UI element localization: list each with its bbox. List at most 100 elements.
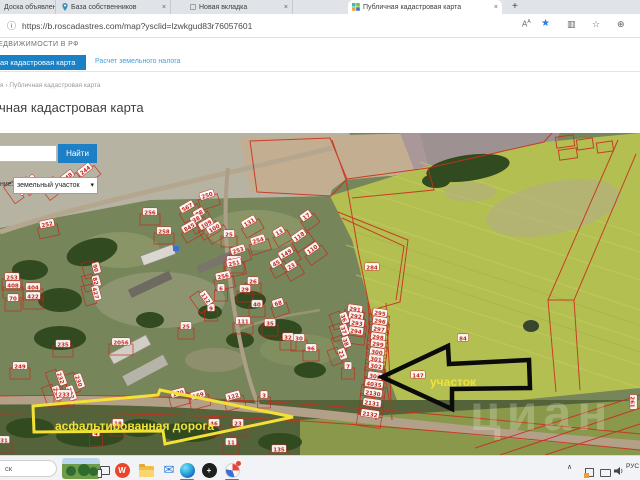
svg-text:26: 26 (249, 279, 257, 285)
breadcrumb-separator: › (5, 82, 8, 89)
tab-kadastr-map-active[interactable]: Публичная кадастровая карта × (348, 0, 502, 14)
parcel-label[interactable]: 70 (7, 293, 19, 303)
volume-icon[interactable] (611, 463, 627, 479)
parcel-label[interactable]: 11 (225, 437, 237, 447)
site-info-icon[interactable]: ⓘ (7, 19, 16, 32)
tab-new-tab[interactable]: Новая вкладка × (186, 0, 293, 14)
parcel-label[interactable]: 258 (156, 226, 172, 236)
tray-chevron-icon[interactable]: ∧ (567, 463, 572, 471)
site-tab-cadastral-map[interactable]: ая кадастровая карта (0, 55, 86, 70)
tab-doska-obyavleniy[interactable]: Доска объявлений × (0, 0, 56, 14)
pond (523, 320, 539, 332)
parcel-label[interactable]: 96 (305, 343, 317, 353)
map-search-input[interactable] (0, 145, 57, 162)
filter-label: ние: (0, 181, 14, 188)
parcel-label[interactable]: 261 (629, 394, 638, 410)
tab-title: Новая вкладка (199, 3, 248, 11)
parcel-label[interactable]: 29 (239, 284, 251, 294)
favorites-hub-icon[interactable]: ☆ (592, 19, 600, 30)
file-explorer-icon[interactable] (138, 462, 154, 478)
object-type-select[interactable]: земельный участок ▾ (13, 177, 98, 194)
parcel-label[interactable]: 7 (343, 361, 353, 371)
new-tab-button[interactable]: + (512, 1, 518, 12)
weather-widget[interactable] (62, 458, 100, 479)
parcel-label[interactable]: 111 (235, 316, 251, 326)
parcel-label[interactable]: 23 (232, 418, 244, 428)
parcel-label[interactable]: 404 (25, 282, 41, 292)
taskbar-search-text: ск (5, 464, 13, 473)
tray-app-icon[interactable] (581, 464, 597, 480)
parcel-label[interactable]: 3 (259, 390, 269, 400)
watermark-text: циан (470, 385, 613, 441)
split-screen-icon[interactable]: ▥ (567, 19, 576, 30)
tab-close-icon[interactable]: × (494, 4, 498, 11)
dark-plus-app-icon[interactable]: + (201, 462, 217, 478)
tab-baza-sobstvennikov[interactable]: База собственников × (58, 0, 171, 14)
parcel-label[interactable]: 26 (247, 276, 259, 286)
parcel-label[interactable]: 31 (0, 435, 10, 445)
breadcrumb: я › Публичная кадастровая карта (0, 82, 100, 89)
extensions-icon[interactable]: ⊕ (617, 19, 625, 30)
svg-text:29: 29 (241, 287, 249, 293)
parcel-label[interactable]: 233 (56, 389, 72, 399)
taskbar-search-box[interactable]: ск (0, 460, 57, 477)
parcel-label[interactable]: 256 (142, 207, 158, 217)
parcel-label[interactable]: 2056 (111, 337, 131, 347)
url-text[interactable]: https://b.roscadastres.com/map?ysclid=lz… (22, 21, 252, 31)
search-button[interactable]: Найти (58, 144, 97, 163)
page-title: чная кадастровая карта (0, 100, 144, 115)
language-indicator[interactable]: РУС (626, 463, 639, 470)
mail-icon[interactable]: ✉ (161, 462, 177, 478)
address-bar[interactable]: ⓘ https://b.roscadastres.com/map?ysclid=… (0, 14, 640, 38)
parcel-label[interactable]: 84 (457, 333, 469, 343)
edge-icon[interactable] (179, 462, 195, 478)
svg-text:422: 422 (27, 294, 39, 300)
svg-text:25: 25 (182, 324, 190, 330)
read-aloud-icon[interactable]: AA (522, 19, 531, 29)
browser-colored-icon[interactable] (224, 461, 241, 478)
favorite-star-icon[interactable]: ★ (541, 18, 550, 29)
blue-truck (173, 246, 179, 251)
parcel-label[interactable]: 25 (223, 229, 235, 239)
parcel-label[interactable]: 284 (364, 262, 380, 272)
svg-text:249: 249 (14, 364, 26, 370)
tab-close-icon[interactable]: × (162, 4, 166, 11)
parcel-label[interactable]: 25 (180, 321, 192, 331)
parcel-label[interactable]: 249 (12, 361, 28, 371)
browser-tab-strip: Доска объявлений × База собственников × … (0, 0, 640, 14)
task-view-button[interactable] (97, 462, 113, 478)
parcel-label[interactable]: 147 (410, 370, 426, 380)
svg-text:31: 31 (0, 438, 8, 444)
parcel-label[interactable]: 30 (293, 333, 305, 343)
svg-text:256: 256 (144, 210, 156, 216)
parcel-label[interactable]: 135 (271, 444, 287, 454)
browser-w-icon[interactable]: W (114, 462, 130, 478)
svg-text:135: 135 (273, 447, 285, 453)
tab-close-icon[interactable]: × (284, 4, 288, 11)
svg-text:235: 235 (57, 342, 69, 348)
tab-title: Публичная кадастровая карта (363, 3, 462, 11)
page-icon (190, 4, 196, 10)
parcel-label[interactable]: 35 (264, 318, 276, 328)
parcel-label[interactable]: 422 (25, 291, 41, 301)
screen: Доска объявлений × База собственников × … (0, 0, 640, 480)
svg-text:253: 253 (6, 275, 18, 281)
parcel-label[interactable]: 40 (251, 299, 263, 309)
svg-text:2056: 2056 (113, 340, 128, 346)
parcel-label[interactable]: 6 (216, 283, 226, 293)
svg-text:3: 3 (262, 393, 266, 399)
site-header-text: ЕДВИЖИМОСТИ В РФ (0, 41, 79, 48)
svg-text:6: 6 (219, 286, 223, 292)
breadcrumb-fragment[interactable]: я (0, 82, 4, 89)
chevron-down-icon: ▾ (90, 182, 94, 189)
taskbar: ск W ✉ + ∧ РУС (0, 455, 640, 480)
svg-text:70: 70 (9, 296, 17, 302)
parcel-label[interactable]: 32 (282, 332, 294, 342)
parcel-label[interactable]: 235 (55, 339, 71, 349)
svg-text:111: 111 (237, 319, 249, 325)
parcel-label[interactable]: 253 (4, 272, 20, 282)
site-tab-land-tax[interactable]: Расчет земельного налога (95, 58, 181, 65)
parcel-label[interactable]: 408 (5, 280, 21, 290)
svg-text:258: 258 (158, 229, 170, 235)
parcel-arrow-label: участок (430, 375, 477, 389)
